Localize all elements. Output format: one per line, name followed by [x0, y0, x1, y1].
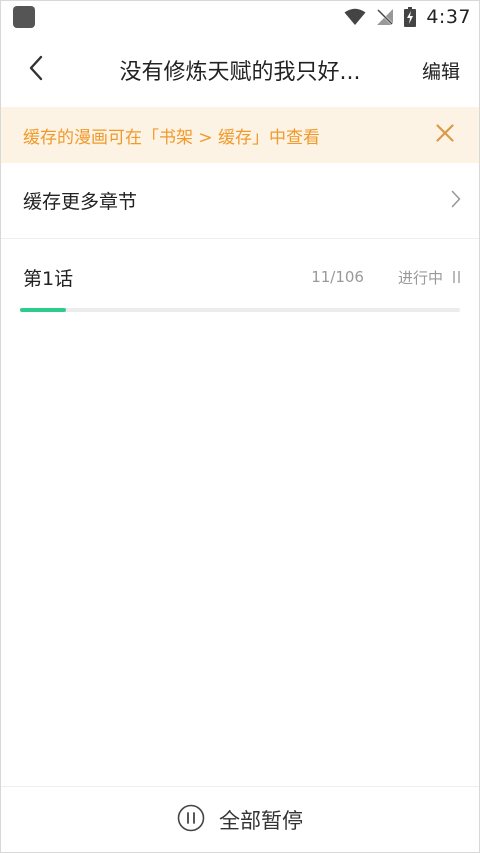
- back-button[interactable]: [1, 33, 71, 107]
- chapter-name: 第1话: [23, 267, 74, 290]
- chapter-page-count: 11/106: [311, 268, 364, 286]
- cache-more-chapters-row[interactable]: 缓存更多章节: [1, 163, 479, 239]
- close-icon: [436, 124, 454, 146]
- page-title: 没有修炼天赋的我只好...: [119, 60, 361, 85]
- app-notification-icon: [13, 6, 35, 28]
- wifi-icon: [344, 8, 366, 26]
- battery-charging-icon: [404, 7, 417, 27]
- cache-location-notice: 缓存的漫画可在「书架 > 缓存」中查看: [1, 107, 479, 163]
- chapter-progress-track: [20, 308, 460, 312]
- pause-icon[interactable]: [453, 270, 460, 284]
- notice-text: 缓存的漫画可在「书架 > 缓存」中查看: [23, 127, 321, 148]
- cache-more-chapters-label: 缓存更多章节: [23, 191, 138, 213]
- chevron-left-icon: [28, 55, 44, 85]
- no-signal-icon: [376, 8, 395, 26]
- status-time: 4:37: [426, 6, 471, 28]
- chapter-download-item[interactable]: 第1话 11/106 进行中: [1, 239, 479, 323]
- chapter-status: 进行中: [397, 268, 443, 287]
- chevron-right-icon: [451, 190, 461, 212]
- edit-button[interactable]: 编辑: [409, 57, 479, 84]
- chapter-progress-fill: [20, 308, 66, 312]
- app-header: 没有修炼天赋的我只好... 编辑: [1, 33, 479, 107]
- download-manager-screen: 4:37 没有修炼天赋的我只好... 编辑 缓存的漫画可在「书架 > 缓存」中查…: [0, 0, 480, 853]
- pause-all-label: 全部暂停: [219, 808, 303, 833]
- status-bar: 4:37: [1, 1, 479, 33]
- notice-close-button[interactable]: [431, 121, 459, 149]
- pause-all-button[interactable]: 全部暂停: [1, 786, 479, 852]
- pause-circle-icon: [177, 804, 205, 836]
